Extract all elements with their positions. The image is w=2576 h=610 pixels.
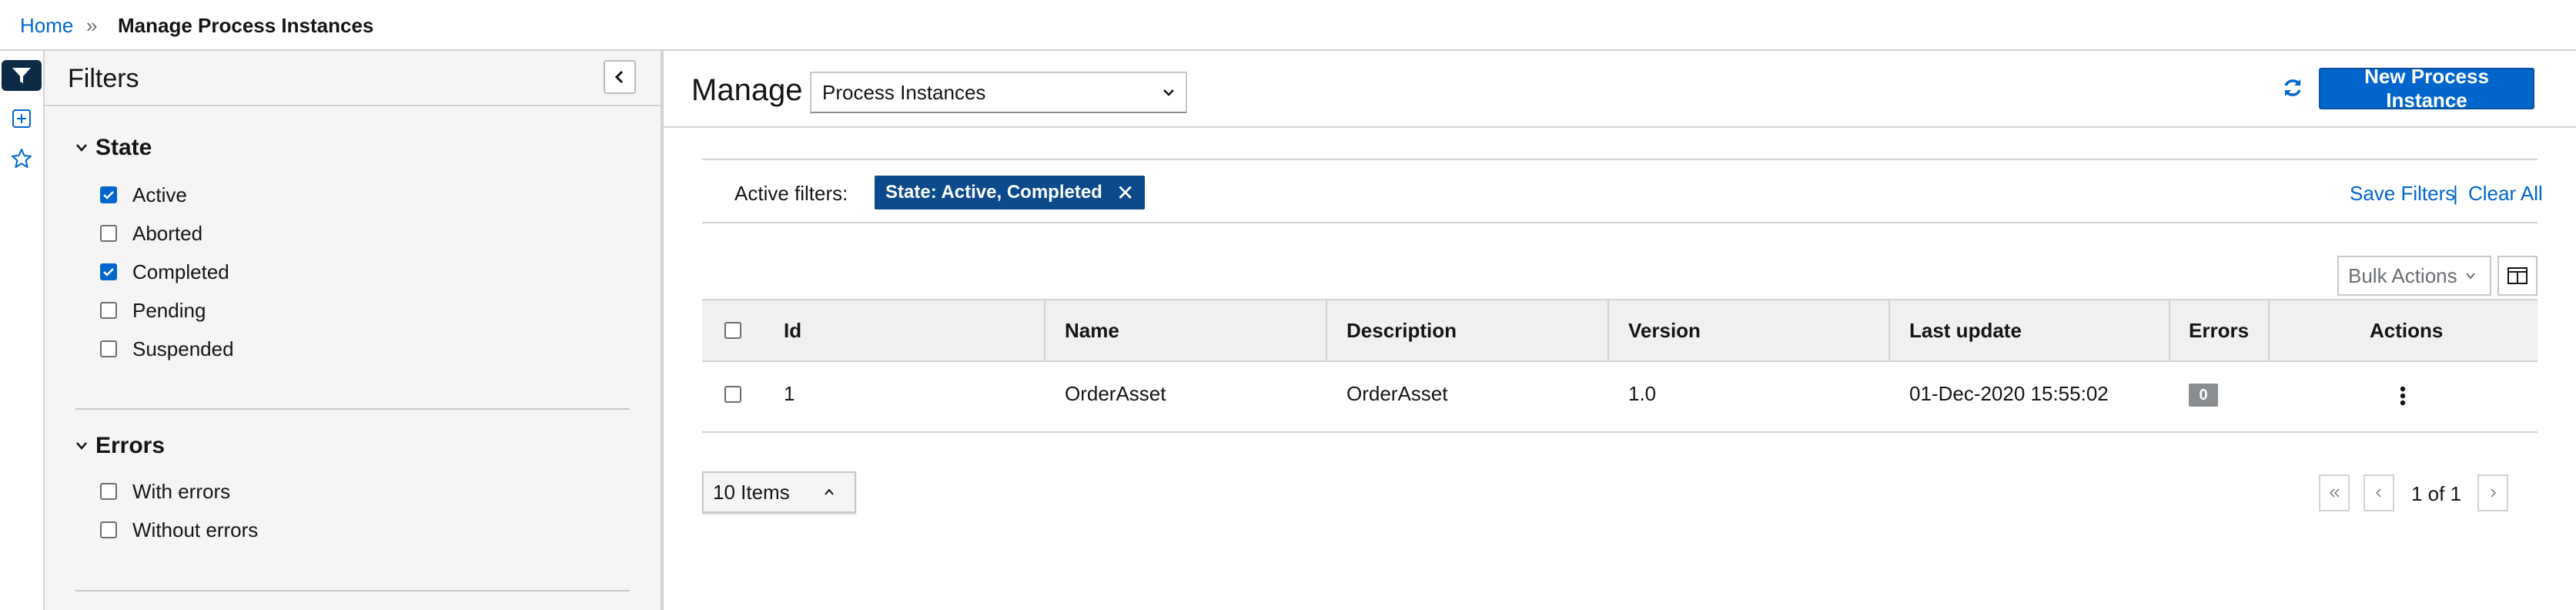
cell-last-update: 01-Dec-2020 15:55:02 <box>1909 382 2109 405</box>
chevron-left-icon <box>614 70 624 84</box>
page-indicator: 1 of 1 <box>2411 482 2462 505</box>
table-row[interactable] <box>702 362 2538 433</box>
checkbox-aborted[interactable] <box>100 225 117 242</box>
breadcrumb-current: Manage Process Instances <box>118 14 374 37</box>
filter-option-label: Suspended <box>132 337 234 360</box>
column-header-description[interactable]: Description <box>1347 317 1457 344</box>
new-process-instance-button[interactable]: New Process Instance <box>2319 65 2534 112</box>
collapse-panel-button[interactable] <box>604 60 636 94</box>
column-header-id[interactable]: Id <box>784 317 801 344</box>
chevron-down-icon <box>76 442 87 450</box>
errors-section-toggle[interactable]: Errors <box>75 432 165 460</box>
manage-view-select[interactable]: Process Instances <box>810 72 1187 113</box>
top-bar <box>0 0 2576 51</box>
section-divider <box>75 408 630 410</box>
chevron-right-icon <box>2491 488 2497 498</box>
star-icon[interactable] <box>0 142 43 176</box>
filter-icon[interactable] <box>2 60 42 91</box>
clear-all-link[interactable]: Clear All <box>2468 180 2543 206</box>
filter-option-label: Without errors <box>132 518 259 541</box>
column-separator <box>1889 299 1890 362</box>
manage-select-value: Process Instances <box>822 80 986 104</box>
cell-description: OrderAsset <box>1347 382 1448 405</box>
errors-count-badge[interactable]: 0 <box>2189 384 2218 407</box>
filter-option-label: Completed <box>132 260 229 283</box>
filter-option-with-errors[interactable]: With errors <box>100 478 230 504</box>
table-header <box>702 299 2538 362</box>
add-filter-icon[interactable] <box>0 102 43 136</box>
filter-option-suspended[interactable]: Suspended <box>100 336 234 362</box>
filter-option-active[interactable]: Active <box>100 182 187 208</box>
checkbox-completed[interactable] <box>100 263 117 280</box>
row-checkbox[interactable] <box>724 386 741 403</box>
bulk-actions-dropdown[interactable]: Bulk Actions <box>2337 256 2491 296</box>
state-section-toggle[interactable]: State <box>75 134 152 162</box>
manage-label: Manage <box>691 73 803 107</box>
filter-option-label: With errors <box>132 479 231 503</box>
filter-option-without-errors[interactable]: Without errors <box>100 517 258 543</box>
column-separator <box>1044 299 1045 362</box>
columns-icon[interactable] <box>2497 256 2538 296</box>
filter-option-label: Aborted <box>132 221 203 245</box>
per-page-dropdown[interactable]: 10 Items <box>702 471 856 513</box>
checkbox-with-errors[interactable] <box>100 483 117 500</box>
chevron-down-icon <box>2465 273 2475 280</box>
column-header-version[interactable]: Version <box>1628 317 1701 344</box>
filter-option-aborted[interactable]: Aborted <box>100 220 202 246</box>
active-filter-chip-label: State: Active, Completed <box>885 182 1102 203</box>
column-separator <box>1326 299 1327 362</box>
cell-name: OrderAsset <box>1065 382 1166 405</box>
active-filters-top-border <box>702 159 2538 160</box>
errors-section-title: Errors <box>95 433 166 458</box>
cell-version: 1.0 <box>1628 382 1657 405</box>
column-separator <box>2268 299 2270 362</box>
active-filters-label: Active filters: <box>734 182 848 205</box>
column-header-errors[interactable]: Errors <box>2189 317 2249 344</box>
refresh-icon[interactable] <box>2277 72 2308 103</box>
column-separator <box>1607 299 1609 362</box>
chevron-down-icon <box>1163 89 1174 96</box>
checkbox-pending[interactable] <box>100 302 117 319</box>
save-filters-link[interactable]: Save Filters <box>2350 180 2455 206</box>
breadcrumb-separator: » <box>86 14 98 37</box>
column-header-last-update[interactable]: Last update <box>1909 317 2022 344</box>
remove-filter-icon[interactable]: ✕ <box>1116 180 1134 206</box>
chevron-down-icon <box>76 144 87 152</box>
column-header-actions: Actions <box>2370 319 2444 342</box>
active-filters-bottom-border <box>702 222 2538 223</box>
cell-id: 1 <box>784 382 795 405</box>
double-chevron-left-icon <box>2329 488 2340 498</box>
state-section-title: State <box>95 135 152 160</box>
next-page-button[interactable] <box>2477 474 2508 511</box>
column-header-name[interactable]: Name <box>1065 317 1119 344</box>
select-all-checkbox[interactable] <box>724 322 741 339</box>
link-separator: | <box>2453 182 2458 205</box>
checkbox-suspended[interactable] <box>100 340 117 357</box>
checkbox-without-errors[interactable] <box>100 521 117 538</box>
breadcrumb-home-link[interactable]: Home <box>20 12 73 39</box>
filter-option-completed[interactable]: Completed <box>100 259 229 285</box>
filter-option-label: Active <box>132 183 187 206</box>
checkbox-active[interactable] <box>100 186 117 203</box>
column-separator <box>2169 299 2170 362</box>
filter-option-label: Pending <box>132 298 206 322</box>
filter-option-pending[interactable]: Pending <box>100 297 206 323</box>
bulk-actions-label: Bulk Actions <box>2348 263 2457 287</box>
first-page-button[interactable] <box>2319 474 2350 511</box>
main-header-divider <box>664 126 2576 128</box>
filters-title: Filters <box>68 64 139 93</box>
chevron-up-icon <box>825 488 834 495</box>
section-divider <box>75 590 630 592</box>
previous-page-button[interactable] <box>2364 474 2394 511</box>
kebab-menu-icon[interactable] <box>2388 380 2417 411</box>
active-filter-chip: State: Active, Completed ✕ <box>875 176 1146 209</box>
filters-header-divider <box>45 105 661 106</box>
per-page-label: 10 Items <box>713 480 790 504</box>
chevron-left-icon <box>2375 488 2381 498</box>
